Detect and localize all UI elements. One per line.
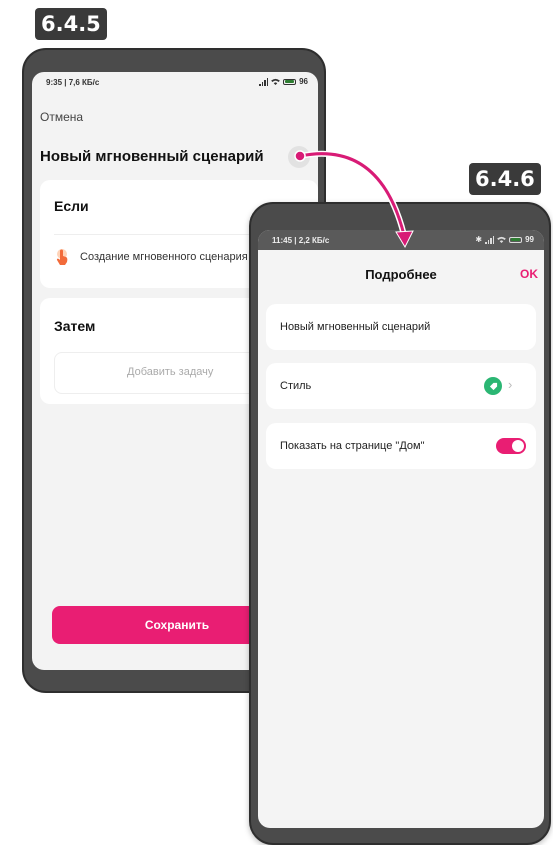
page-title: Новый мгновенный сценарий	[40, 148, 264, 165]
signal-icon	[485, 235, 495, 244]
scenario-name-value: Новый мгновенный сценарий	[280, 321, 431, 333]
step-badge-left: 6.4.5	[35, 8, 107, 40]
battery-icon	[283, 78, 297, 85]
details-header: Подробнее	[365, 267, 437, 282]
more-dots-icon: •••	[295, 149, 303, 161]
battery-icon	[509, 236, 523, 243]
cancel-link[interactable]: Отмена	[40, 110, 83, 124]
wifi-icon	[497, 236, 506, 243]
style-row[interactable]: Стиль ›	[266, 363, 536, 409]
battery-level: 99	[525, 235, 534, 244]
wifi-icon	[271, 78, 280, 85]
show-home-toggle[interactable]	[496, 438, 526, 454]
then-heading: Затем	[54, 318, 96, 334]
status-time: 11:45 | 2,2 КБ/с	[272, 236, 330, 245]
ok-button[interactable]: OK	[520, 267, 538, 281]
show-home-row: Показать на странице "Дом"	[266, 423, 536, 469]
right-phone-frame: 11:45 | 2,2 КБ/с ✱ 99 Подробнее OK Новый…	[249, 202, 551, 845]
scenario-name-field[interactable]: Новый мгновенный сценарий	[266, 304, 536, 350]
battery-level: 96	[299, 77, 308, 86]
chevron-right-icon: ›	[508, 377, 513, 392]
step-badge-right: 6.4.6	[469, 163, 541, 195]
signal-icon	[259, 77, 269, 86]
more-options-button[interactable]: •••	[288, 146, 310, 168]
show-home-label: Показать на странице "Дом"	[280, 440, 425, 452]
trigger-item-label: Создание мгновенного сценария	[80, 251, 248, 263]
if-heading: Если	[54, 198, 89, 214]
style-label: Стиль	[280, 380, 312, 392]
add-task-label: Добавить задачу	[127, 366, 214, 378]
status-bar: 11:45 | 2,2 КБ/с ✱ 99	[258, 230, 544, 250]
right-screen: 11:45 | 2,2 КБ/с ✱ 99 Подробнее OK Новый…	[258, 230, 544, 828]
bluetooth-icon: ✱	[475, 235, 483, 244]
tap-hand-icon	[56, 249, 68, 265]
status-time: 9:35 | 7,6 КБ/с	[46, 78, 100, 87]
style-tag-icon	[484, 377, 502, 395]
status-bar: 9:35 | 7,6 КБ/с 96	[32, 72, 318, 92]
